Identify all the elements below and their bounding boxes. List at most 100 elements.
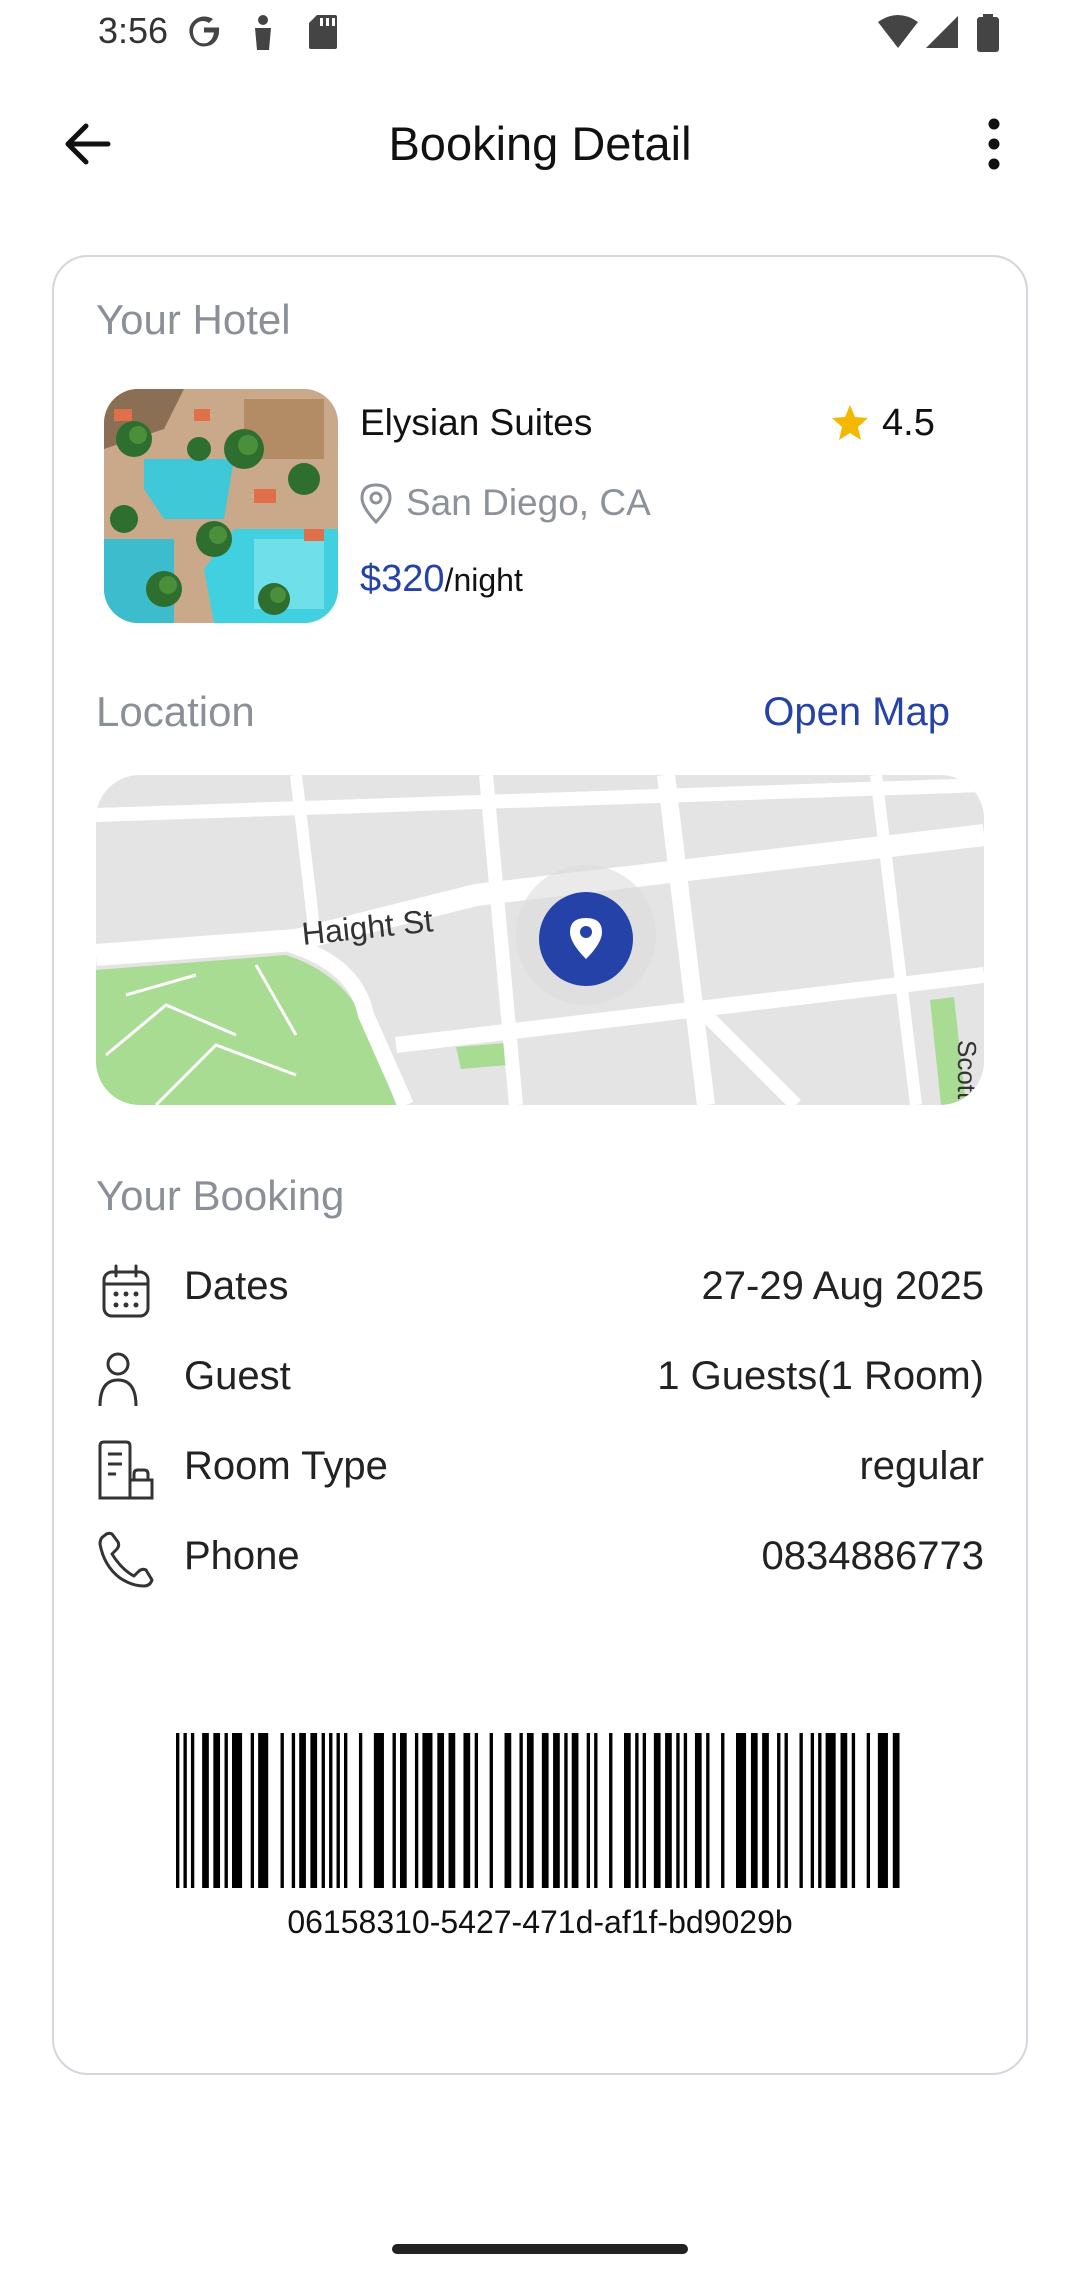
barcode-bar bbox=[422, 1733, 433, 1888]
phone-value: 0834886773 bbox=[761, 1534, 984, 1578]
barcode-bar bbox=[280, 1733, 284, 1888]
home-indicator bbox=[392, 2244, 688, 2254]
barcode-bar bbox=[176, 1733, 180, 1888]
barcode bbox=[176, 1733, 900, 1888]
person-icon bbox=[255, 15, 271, 50]
phone-icon bbox=[98, 1531, 154, 1588]
barcode-bar bbox=[594, 1733, 598, 1888]
booking-section-label: Your Booking bbox=[96, 1172, 345, 1219]
open-map-link[interactable]: Open Map bbox=[740, 690, 950, 735]
barcode-bar bbox=[665, 1733, 672, 1888]
dates-label: Dates bbox=[184, 1264, 289, 1308]
hotel-location: San Diego, CA bbox=[358, 482, 651, 524]
barcode-bar bbox=[224, 1733, 228, 1888]
barcode-bar bbox=[474, 1733, 479, 1888]
barcode-bar bbox=[694, 1733, 702, 1888]
barcode-bar bbox=[232, 1733, 243, 1888]
barcode-bar bbox=[564, 1733, 568, 1888]
barcode-bar bbox=[762, 1733, 769, 1888]
price-unit: /night bbox=[444, 562, 523, 598]
barcode-bar bbox=[553, 1733, 560, 1888]
location-map[interactable]: Haight St Scott bbox=[96, 775, 984, 1105]
barcode-bar bbox=[291, 1733, 296, 1888]
barcode-bar bbox=[784, 1733, 788, 1888]
phone-label: Phone bbox=[184, 1534, 300, 1578]
barcode-bar bbox=[777, 1733, 781, 1888]
guest-label: Guest bbox=[184, 1354, 291, 1398]
barcode-bar bbox=[750, 1733, 758, 1888]
barcode-bar bbox=[818, 1733, 822, 1888]
barcode-bar bbox=[721, 1733, 725, 1888]
barcode-bar bbox=[736, 1733, 747, 1888]
map-marker-icon bbox=[539, 892, 633, 986]
barcode-bar bbox=[392, 1733, 396, 1888]
dates-value: 27-29 Aug 2025 bbox=[701, 1264, 984, 1308]
more-vertical-icon[interactable] bbox=[966, 112, 1022, 176]
barcode-bar bbox=[851, 1733, 856, 1888]
hotel-name: Elysian Suites bbox=[360, 402, 593, 443]
status-time: 3:56 bbox=[98, 10, 169, 51]
barcode-bar bbox=[373, 1733, 384, 1888]
barcode-bar bbox=[358, 1733, 363, 1888]
barcode-bar bbox=[840, 1733, 848, 1888]
barcode-bar bbox=[571, 1733, 579, 1888]
barcode-bar bbox=[586, 1733, 591, 1888]
signal-icon bbox=[926, 16, 958, 48]
location-section-label: Location bbox=[96, 688, 255, 735]
barcode-bar bbox=[299, 1733, 306, 1888]
barcode-bar bbox=[258, 1733, 269, 1888]
barcode-bar bbox=[489, 1733, 493, 1888]
hotel-section-label: Your Hotel bbox=[96, 296, 291, 343]
hotel-price: $320/night bbox=[360, 558, 523, 601]
barcode-bar bbox=[609, 1733, 613, 1888]
barcode-bar bbox=[642, 1733, 647, 1888]
barcode-bar bbox=[541, 1733, 549, 1888]
wifi-icon bbox=[878, 15, 918, 48]
barcode-bar bbox=[310, 1733, 318, 1888]
barcode-bar bbox=[400, 1733, 407, 1888]
barcode-bar bbox=[624, 1733, 631, 1888]
barcode-bar bbox=[526, 1733, 534, 1888]
barcode-bar bbox=[448, 1733, 456, 1888]
barcode-bar bbox=[321, 1733, 325, 1888]
page-title: Booking Detail bbox=[388, 117, 692, 170]
rating-value: 4.5 bbox=[882, 401, 935, 444]
calendar-icon bbox=[102, 1264, 150, 1318]
room-type-label: Room Type bbox=[184, 1444, 388, 1488]
barcode-bar bbox=[344, 1733, 348, 1888]
barcode-bar bbox=[336, 1733, 340, 1888]
barcode-bar bbox=[810, 1733, 815, 1888]
room-type-value: regular bbox=[859, 1444, 984, 1488]
barcode-bar bbox=[213, 1733, 221, 1888]
barcode-bar bbox=[504, 1733, 512, 1888]
barcode-bar bbox=[414, 1733, 419, 1888]
barcode-bar bbox=[653, 1733, 661, 1888]
barcode-bar bbox=[866, 1733, 871, 1888]
barcode-bar bbox=[877, 1733, 888, 1888]
sd-card-icon bbox=[309, 15, 337, 49]
price-value: $320 bbox=[360, 558, 445, 600]
room-icon bbox=[98, 1440, 154, 1500]
barcode-code: 06158310-5427-471d-af1f-bd9029b bbox=[287, 1904, 793, 1940]
barcode-bar bbox=[329, 1733, 333, 1888]
barcode-bar bbox=[183, 1733, 187, 1888]
rating: 4.5 bbox=[830, 398, 935, 448]
location-pin-icon bbox=[360, 483, 392, 524]
barcode-bar bbox=[190, 1733, 195, 1888]
star-icon bbox=[832, 405, 868, 440]
battery-icon bbox=[977, 14, 999, 52]
barcode-bar bbox=[437, 1733, 445, 1888]
barcode-bar bbox=[706, 1733, 710, 1888]
barcode-bar bbox=[799, 1733, 803, 1888]
guest-value: 1 Guests(1 Room) bbox=[657, 1354, 984, 1398]
barcode-bar bbox=[635, 1733, 639, 1888]
barcode-bar bbox=[825, 1733, 836, 1888]
barcode-bar bbox=[519, 1733, 523, 1888]
barcode-bar bbox=[676, 1733, 680, 1888]
barcode-bar bbox=[892, 1733, 900, 1888]
hotel-location-text: San Diego, CA bbox=[406, 482, 651, 523]
barcode-bar bbox=[683, 1733, 688, 1888]
barcode-bar bbox=[250, 1733, 255, 1888]
barcode-bar bbox=[202, 1733, 209, 1888]
hotel-image bbox=[104, 389, 338, 623]
